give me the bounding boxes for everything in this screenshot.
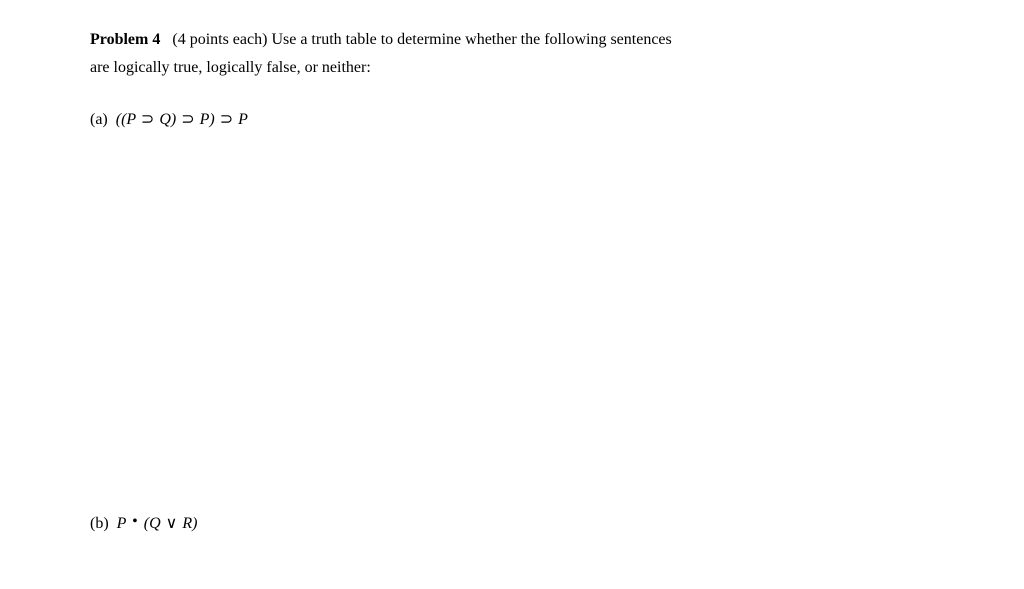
part-a: (a) ((P ⊃ Q) ⊃ P) ⊃ P [90,108,934,132]
part-a-label: (a) [90,111,108,128]
problem-header: Problem 4 (4 points each) Use a truth ta… [90,28,934,52]
problem-label: Problem 4 [90,31,160,48]
part-b-formula: P • (Q ∨ R) [117,515,198,532]
part-b: (b) P • (Q ∨ R) [90,512,934,536]
part-b-label: (b) [90,515,109,532]
instruction-line-1: Use a truth table to determine whether t… [271,31,671,48]
part-a-formula: ((P ⊃ Q) ⊃ P) ⊃ P [116,111,248,128]
instruction-line-2: are logically true, logically false, or … [90,56,934,80]
problem-points: (4 points each) [172,31,267,48]
